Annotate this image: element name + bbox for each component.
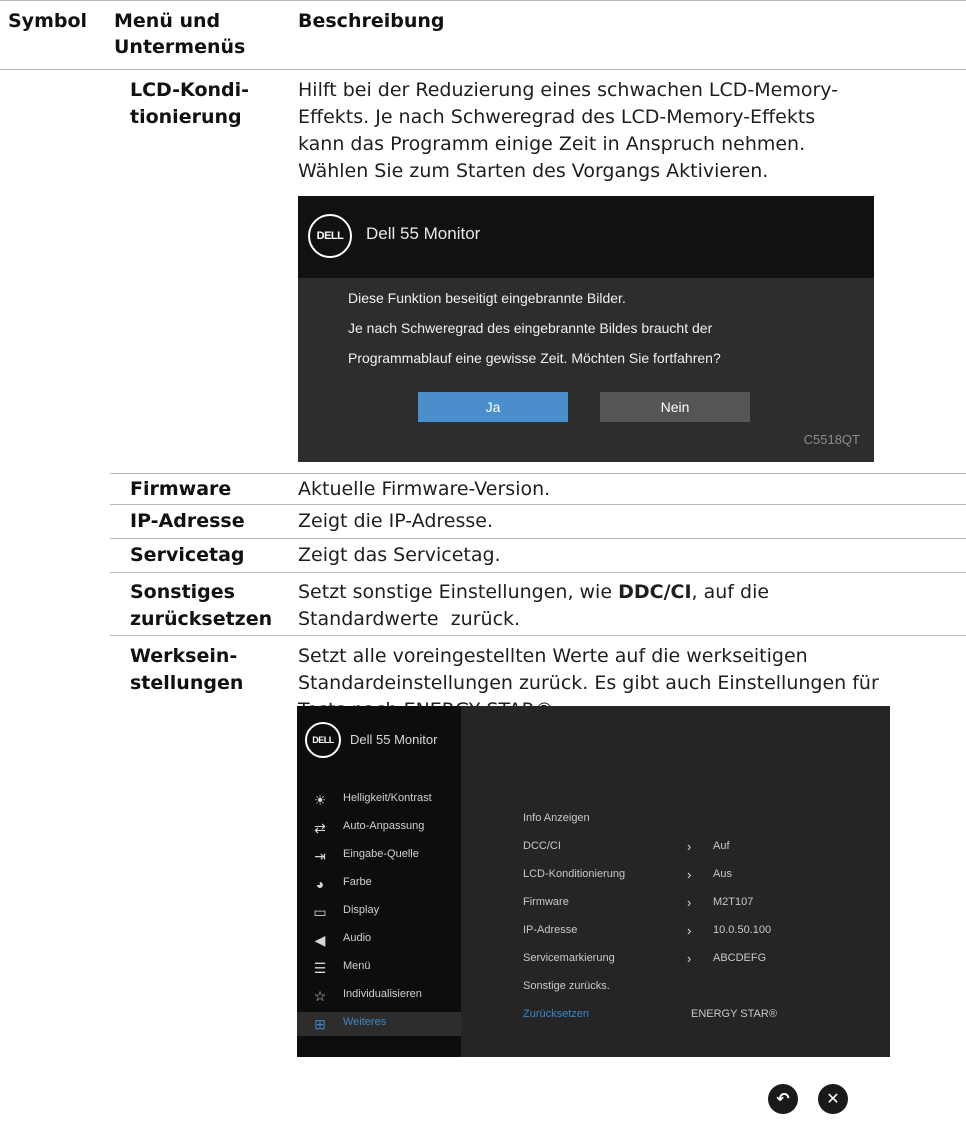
osd-row-name: Servicemarkierung bbox=[523, 952, 615, 964]
menu-icon: ☰ bbox=[313, 960, 327, 976]
osd-row-name: LCD-Konditionierung bbox=[523, 868, 626, 880]
lcd-name-line1: LCD-Kondi- bbox=[130, 79, 250, 101]
factory-desc-line2: Standardeinstellungen zurück. Es gibt au… bbox=[298, 672, 879, 694]
other-reset-name-line2: zurücksetzen bbox=[130, 608, 273, 630]
osd-side-label: Auto-Anpassung bbox=[343, 820, 425, 832]
ip-name: IP-Adresse bbox=[130, 510, 245, 532]
osd-row-name: IP-Adresse bbox=[523, 924, 578, 936]
other-reset-desc-bold: DDC/CI bbox=[618, 581, 692, 603]
other-reset-name-line1: Sonstiges bbox=[130, 581, 235, 603]
osd-row-name: Info Anzeigen bbox=[523, 812, 590, 824]
other-reset-desc-post: , auf die bbox=[691, 581, 770, 603]
dell-logo: DELL bbox=[308, 214, 352, 258]
lcd-desc-line4: Wählen Sie zum Starten des Vorgangs Akti… bbox=[298, 160, 769, 182]
osd-sidebar: DELL Dell 55 Monitor ☀ Helligkeit/Kontra… bbox=[297, 706, 461, 1057]
dialog-yes-button[interactable]: Ja bbox=[418, 392, 568, 422]
chevron-right-icon: › bbox=[687, 867, 692, 882]
osd-row-value: 10.0.50.100 bbox=[713, 924, 772, 936]
row-rule-factory bbox=[110, 635, 966, 636]
row-rule-service bbox=[110, 538, 966, 539]
osd-side-label: Menü bbox=[343, 960, 371, 972]
lcd-name-line2: tionierung bbox=[130, 106, 242, 128]
others-icon: ⊞ bbox=[314, 1016, 326, 1032]
other-reset-desc-pre: Setzt sonstige Einstellungen, wie bbox=[298, 581, 619, 603]
dialog-model: C5518QT bbox=[803, 432, 860, 447]
osd-side-label: Eingabe-Quelle bbox=[343, 848, 419, 860]
factory-name-line1: Werksein- bbox=[130, 645, 238, 667]
factory-name-line2: stellungen bbox=[130, 672, 244, 694]
header-menu-line2: Untermenüs bbox=[114, 36, 246, 58]
osd-side-others[interactable]: ⊞ Weiteres bbox=[297, 1012, 461, 1036]
service-name: Servicetag bbox=[130, 544, 245, 566]
osd-side-color[interactable]: ◕ Farbe bbox=[297, 872, 461, 896]
osd-side-auto-adjust[interactable]: ⇄ Auto-Anpassung bbox=[297, 816, 461, 840]
display-icon: ▭ bbox=[313, 904, 327, 920]
chevron-right-icon: › bbox=[687, 923, 692, 938]
osd-side-label: Display bbox=[343, 904, 380, 916]
osd-side-input-source[interactable]: ⇥ Eingabe-Quelle bbox=[297, 844, 461, 868]
input-source-icon: ⇥ bbox=[314, 848, 326, 864]
osd-side-audio[interactable]: ◀ Audio bbox=[297, 928, 461, 952]
dialog-line-3: Programmablauf eine gewisse Zeit. Möchte… bbox=[348, 350, 721, 366]
chevron-right-icon: › bbox=[687, 895, 692, 910]
osd-row-name: Zurücksetzen bbox=[523, 1008, 590, 1020]
speaker-icon: ◀ bbox=[314, 932, 326, 948]
lcd-desc-line1: Hilft bei der Reduzierung eines schwache… bbox=[298, 79, 839, 101]
osd-row-name: Sonstige zurücks. bbox=[523, 980, 610, 992]
close-icon[interactable]: ✕ bbox=[818, 1084, 848, 1114]
header-rule bbox=[0, 69, 966, 70]
palette-icon: ◕ bbox=[315, 876, 325, 892]
lcd-desc-line3: kann das Programm einige Zeit in Anspruc… bbox=[298, 133, 806, 155]
star-icon: ☆ bbox=[313, 988, 327, 1004]
service-desc: Zeigt das Servicetag. bbox=[298, 544, 501, 566]
chevron-right-icon: › bbox=[687, 839, 692, 854]
ip-desc: Zeigt die IP-Adresse. bbox=[298, 510, 494, 532]
dialog-header: DELL Dell 55 Monitor bbox=[298, 196, 874, 278]
osd-title: Dell 55 Monitor bbox=[350, 732, 438, 747]
osd-row-name: DCC/CI bbox=[523, 840, 561, 852]
brightness-icon: ☀ bbox=[313, 792, 327, 808]
osd-row-value: Auf bbox=[713, 840, 730, 852]
osd-row-value: M2T107 bbox=[713, 896, 754, 908]
osd-side-menu[interactable]: ☰ Menü bbox=[297, 956, 461, 980]
osd-side-label: Individualisieren bbox=[343, 988, 422, 1000]
osd-row-value: ABCDEFG bbox=[713, 952, 767, 964]
factory-desc-line1: Setzt alle voreingestellten Werte auf di… bbox=[298, 645, 808, 667]
osd-row-value: Aus bbox=[713, 868, 732, 880]
osd-side-display[interactable]: ▭ Display bbox=[297, 900, 461, 924]
osd-menu-screenshot: DELL Dell 55 Monitor ☀ Helligkeit/Kontra… bbox=[297, 706, 890, 1057]
dialog-line-2: Je nach Schweregrad des eingebrannte Bil… bbox=[348, 320, 713, 336]
firmware-name: Firmware bbox=[130, 478, 232, 500]
back-icon[interactable]: ↶ bbox=[768, 1084, 798, 1114]
lcd-desc-line2: Effekts. Je nach Schweregrad des LCD-Mem… bbox=[298, 106, 816, 128]
dialog-line-1: Diese Funktion beseitigt eingebrannte Bi… bbox=[348, 290, 626, 306]
row-rule-ip bbox=[110, 504, 966, 505]
header-symbol: Symbol bbox=[8, 10, 88, 32]
top-rule bbox=[0, 0, 966, 1]
osd-side-label: Weiteres bbox=[343, 1016, 387, 1028]
osd-side-label: Audio bbox=[343, 932, 372, 944]
osd-side-brightness[interactable]: ☀ Helligkeit/Kontrast bbox=[297, 788, 461, 812]
osd-side-label: Helligkeit/Kontrast bbox=[343, 792, 432, 804]
other-reset-desc-line1: Setzt sonstige Einstellungen, wie DDC/CI… bbox=[298, 579, 769, 605]
dialog-no-button[interactable]: Nein bbox=[600, 392, 750, 422]
row-rule-firmware bbox=[110, 473, 966, 474]
lcd-conditioning-dialog: DELL Dell 55 Monitor Diese Funktion bese… bbox=[298, 196, 874, 462]
osd-side-personalize[interactable]: ☆ Individualisieren bbox=[297, 984, 461, 1008]
header-menu-line1: Menü und bbox=[114, 10, 221, 32]
osd-side-label: Farbe bbox=[343, 876, 372, 888]
other-reset-desc-line2: Standardwerte zurück. bbox=[298, 608, 521, 630]
auto-adjust-icon: ⇄ bbox=[314, 820, 326, 836]
dell-logo: DELL bbox=[305, 722, 341, 758]
row-rule-other-reset bbox=[110, 572, 966, 573]
dialog-title: Dell 55 Monitor bbox=[366, 224, 481, 243]
chevron-right-icon: › bbox=[687, 951, 692, 966]
firmware-desc: Aktuelle Firmware-Version. bbox=[298, 478, 551, 500]
osd-row-name: Firmware bbox=[523, 896, 569, 908]
header-description: Beschreibung bbox=[298, 10, 445, 32]
osd-row-value: ENERGY STAR® bbox=[691, 1008, 777, 1020]
